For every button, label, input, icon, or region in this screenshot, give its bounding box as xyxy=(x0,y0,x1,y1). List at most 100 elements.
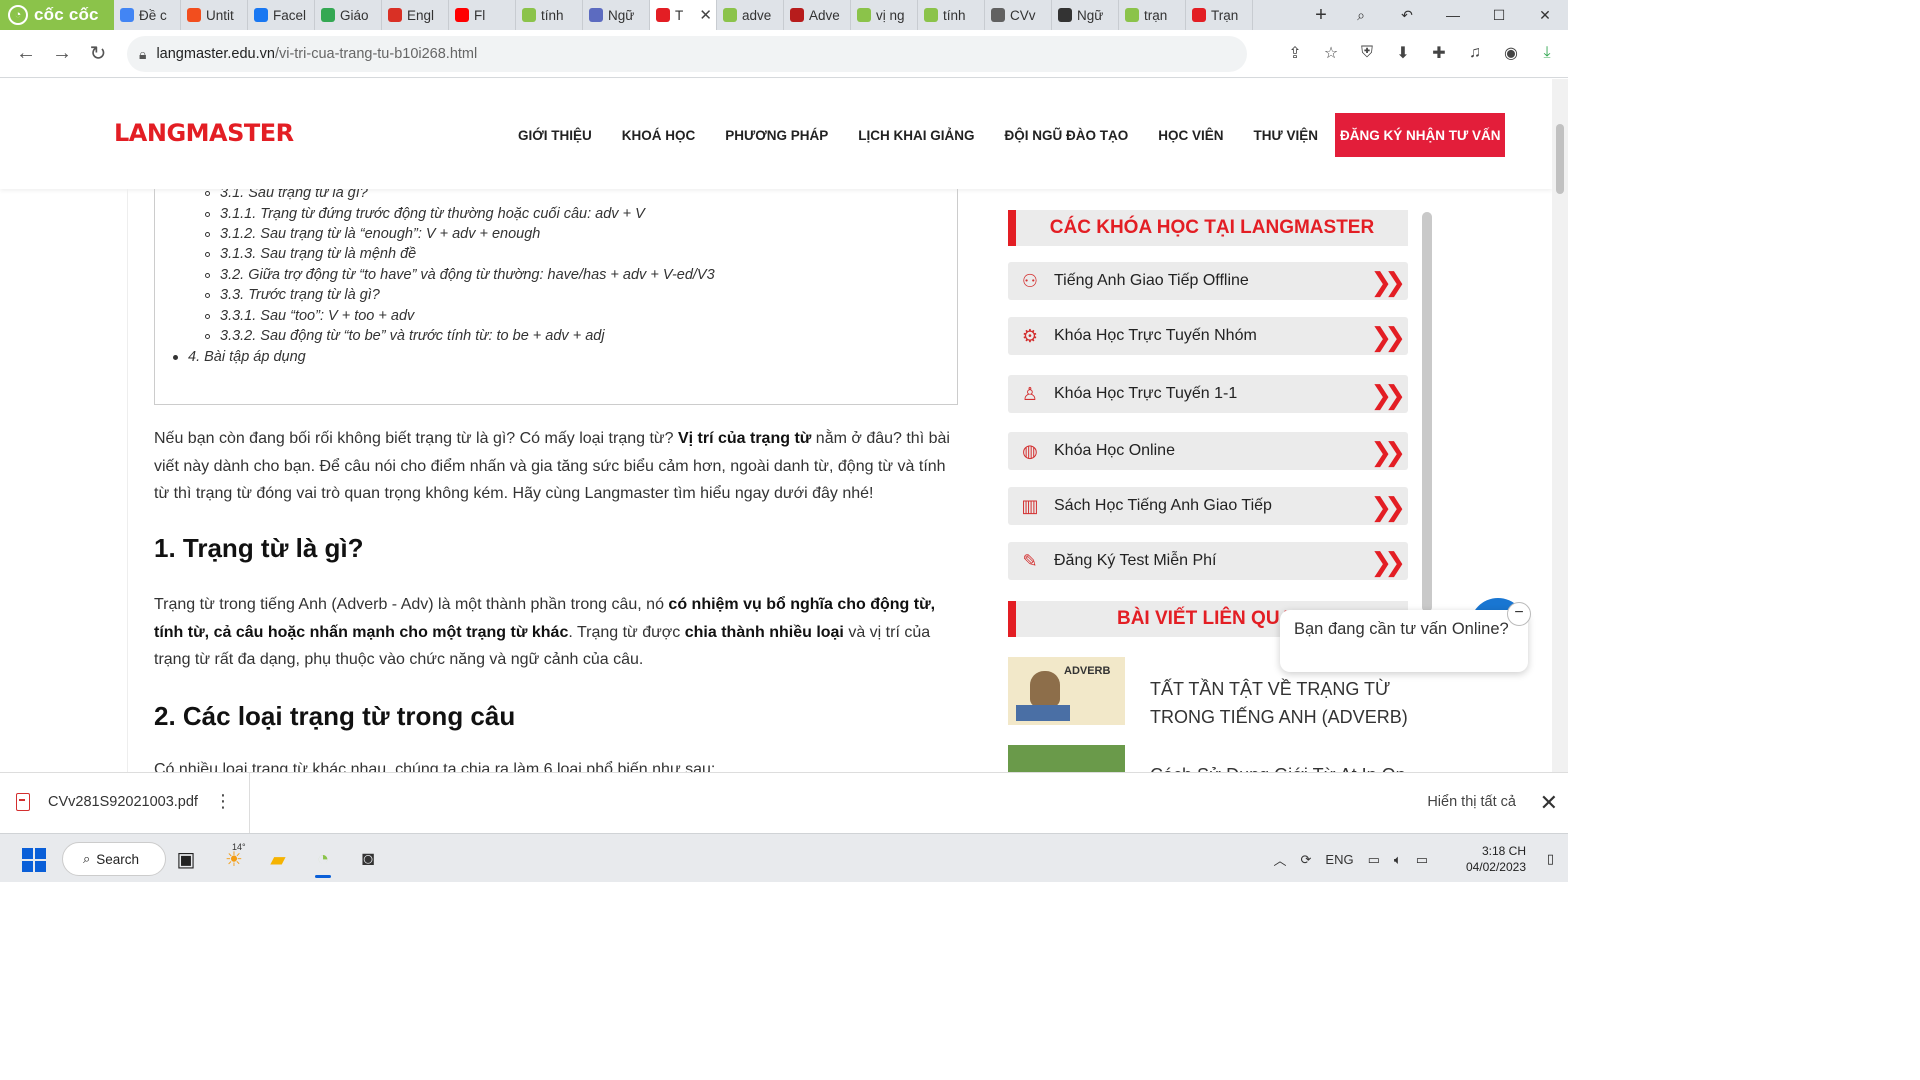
browser-tab[interactable]: vị ng xyxy=(851,0,918,30)
chat-prompt[interactable]: Bạn đang cần tư vấn Online? xyxy=(1280,610,1528,672)
coccoc-brand[interactable]: ◔ cốc cốc xyxy=(0,0,114,30)
related-article[interactable]: Cách Sử Dụng Giới Từ At In On xyxy=(1008,745,1410,772)
browser-tab[interactable]: Facel xyxy=(248,0,315,30)
chevron-up-icon[interactable]: ︿ xyxy=(1274,850,1287,869)
course-item-online-group[interactable]: ⚙ Khóa Học Trực Tuyến Nhóm ❯❯ xyxy=(1008,317,1408,355)
address-bar[interactable]: 🔒︎ langmaster.edu.vn/vi-tri-cua-trang-tu… xyxy=(127,36,1247,72)
sidebar-scrollbar[interactable] xyxy=(1422,212,1432,612)
windows-start-icon[interactable] xyxy=(22,848,46,872)
toc-item[interactable]: 3.3. Trước trạng từ là gì? xyxy=(205,287,380,303)
toc-item[interactable]: 3.3.2. Sau động từ “to be” và trước tính… xyxy=(205,328,605,344)
battery-icon[interactable]: ▭ xyxy=(1416,852,1428,868)
online-group-icon: ⚙ xyxy=(1021,325,1039,346)
sync-icon[interactable]: ⟳ xyxy=(1301,852,1312,868)
download-video-icon[interactable]: ⬇ xyxy=(1392,42,1414,64)
show-all-downloads-link[interactable]: Hiển thị tất cả xyxy=(1427,794,1516,810)
close-tab-icon[interactable]: ✕ xyxy=(699,6,712,24)
coccoc-taskbar-icon[interactable]: ◔ xyxy=(307,844,339,878)
minimize-button[interactable]: — xyxy=(1430,7,1476,23)
tutor-icon: ♙ xyxy=(1021,383,1039,404)
browser-tab[interactable]: Ngữ xyxy=(583,0,650,30)
more-options-icon[interactable]: ⋮ xyxy=(214,791,232,812)
course-label: Tiếng Anh Giao Tiếp Offline xyxy=(1054,272,1249,289)
related-article-title[interactable]: TẤT TẦN TẬT VỀ TRẠNG TỪ TRONG TIẾNG ANH … xyxy=(1150,675,1410,731)
toc-item[interactable]: 3.2. Giữa trợ động từ “to have” và động … xyxy=(205,267,715,283)
browser-tab[interactable]: Untit xyxy=(181,0,248,30)
back-arrow-icon[interactable]: ← xyxy=(8,42,44,65)
toc-item[interactable]: 3.1.2. Sau trạng từ là “enough”: V + adv… xyxy=(205,226,540,242)
toc-item[interactable]: 4. Bài tập áp dụng xyxy=(173,349,306,365)
sidebar-scroll-thumb[interactable] xyxy=(1422,212,1432,612)
adverb-thumbnail[interactable]: ADVERB xyxy=(1008,657,1125,725)
new-tab-button[interactable]: + xyxy=(1304,0,1338,30)
browser-tab[interactable]: tính xyxy=(918,0,985,30)
related-thumbnail[interactable] xyxy=(1008,745,1125,772)
types-paragraph: Có nhiều loại trạng từ khác nhau, chúng … xyxy=(154,761,716,772)
close-download-bar-icon[interactable]: ✕ xyxy=(1540,790,1558,816)
playlist-icon[interactable]: ♫ xyxy=(1464,42,1486,64)
owl-illustration xyxy=(1030,671,1060,707)
downloads-icon[interactable]: ⤓ xyxy=(1536,42,1558,64)
maximize-button[interactable]: ☐ xyxy=(1476,7,1522,24)
related-article-title[interactable]: Cách Sử Dụng Giới Từ At In On xyxy=(1150,761,1410,772)
toc-item[interactable]: 3.3.1. Sau “too”: V + too + adv xyxy=(205,308,414,324)
toc-item[interactable]: 3.1.3. Sau trạng từ là mệnh đề xyxy=(205,246,416,262)
tab-search-icon[interactable]: ⌕ xyxy=(1338,7,1384,24)
browser-tab[interactable]: Giáo xyxy=(315,0,382,30)
chat-minimize-button[interactable]: − xyxy=(1507,602,1531,626)
browser-tab[interactable]: Adve xyxy=(784,0,851,30)
site-logo[interactable]: LANGMASTER xyxy=(114,119,294,147)
browser-tab[interactable]: tính xyxy=(516,0,583,30)
browser-tab[interactable]: adve xyxy=(717,0,784,30)
menu-doi-ngu[interactable]: ĐỘI NGŨ ĐÀO TẠO xyxy=(990,128,1144,143)
menu-khoa-hoc[interactable]: KHOÁ HỌC xyxy=(607,128,711,143)
tab-label: Facel xyxy=(273,7,307,23)
browser-tab[interactable]: CVv xyxy=(985,0,1052,30)
register-consult-button[interactable]: ĐĂNG KÝ NHẬN TƯ VẤN xyxy=(1335,113,1506,157)
menu-lich-khai-giang[interactable]: LỊCH KHAI GIẢNG xyxy=(843,128,989,143)
browser-tab[interactable]: T ✕ xyxy=(650,0,717,30)
page-scroll-thumb[interactable] xyxy=(1556,124,1564,194)
volume-icon[interactable]: 🔈︎ xyxy=(1394,852,1402,868)
taskbar-search[interactable]: ⌕ Search xyxy=(62,842,166,876)
toc-item[interactable]: 3.1. Sau trạng từ là gì? xyxy=(205,189,368,201)
lock-icon[interactable]: 🔒︎ xyxy=(139,46,146,63)
browser-tab[interactable]: Đề c xyxy=(114,0,181,30)
browser-tab[interactable]: trạn xyxy=(1119,0,1186,30)
profile-icon[interactable]: ◉ xyxy=(1500,42,1522,64)
share-icon[interactable]: ⇪ xyxy=(1284,42,1306,64)
task-view-icon[interactable]: ▣ xyxy=(170,844,202,874)
course-item-1-1[interactable]: ♙ Khóa Học Trực Tuyến 1-1 ❯❯ xyxy=(1008,375,1408,413)
toc-item[interactable]: 3.1.1. Trạng từ đứng trước động từ thườn… xyxy=(205,206,645,222)
star-icon[interactable]: ☆ xyxy=(1320,42,1342,64)
display-icon[interactable]: ▭ xyxy=(1368,852,1380,868)
back-history-icon[interactable]: ↶ xyxy=(1384,7,1430,24)
article-content: 3.1. Sau trạng từ là gì? 3.1.1. Trạng từ… xyxy=(127,189,983,772)
extensions-icon[interactable]: ✚ xyxy=(1428,42,1450,64)
page-scrollbar[interactable] xyxy=(1552,79,1568,772)
course-item-online[interactable]: ◍ Khóa Học Online ❯❯ xyxy=(1008,432,1408,470)
menu-thu-vien[interactable]: THƯ VIỆN xyxy=(1239,128,1333,143)
shield-extension-icon[interactable]: ⛨ xyxy=(1356,42,1378,64)
browser-tab[interactable]: Fl xyxy=(449,0,516,30)
course-item-free-test[interactable]: ✎ Đăng Ký Test Miễn Phí ❯❯ xyxy=(1008,542,1408,580)
menu-phuong-phap[interactable]: PHƯƠNG PHÁP xyxy=(710,128,843,143)
course-item-books[interactable]: ▥ Sách Học Tiếng Anh Giao Tiếp ❯❯ xyxy=(1008,487,1408,525)
app-taskbar-icon[interactable]: ◙ xyxy=(352,844,384,874)
browser-tab[interactable]: Trạn xyxy=(1186,0,1253,30)
coccoc-icon xyxy=(522,8,536,22)
menu-gioi-thieu[interactable]: GIỚI THIỆU xyxy=(503,128,607,143)
taskbar-clock[interactable]: 3:18 CH 04/02/2023 xyxy=(1466,843,1526,875)
forward-arrow-icon[interactable]: → xyxy=(44,42,80,65)
browser-tab[interactable]: Ngữ xyxy=(1052,0,1119,30)
notification-icon[interactable]: ▯ xyxy=(1547,851,1554,867)
browser-tab[interactable]: Engl xyxy=(382,0,449,30)
download-item[interactable]: CVv281S92021003.pdf xyxy=(16,793,198,811)
file-explorer-icon[interactable]: ▰ xyxy=(262,844,294,874)
reload-icon[interactable]: ↻ xyxy=(80,41,116,66)
language-indicator[interactable]: ENG xyxy=(1325,852,1353,867)
menu-hoc-vien[interactable]: HỌC VIÊN xyxy=(1143,128,1238,143)
close-window-button[interactable]: ✕ xyxy=(1522,7,1568,24)
tab-label: tính xyxy=(943,7,966,23)
course-item-offline[interactable]: ⚇ Tiếng Anh Giao Tiếp Offline ❯❯ xyxy=(1008,262,1408,300)
